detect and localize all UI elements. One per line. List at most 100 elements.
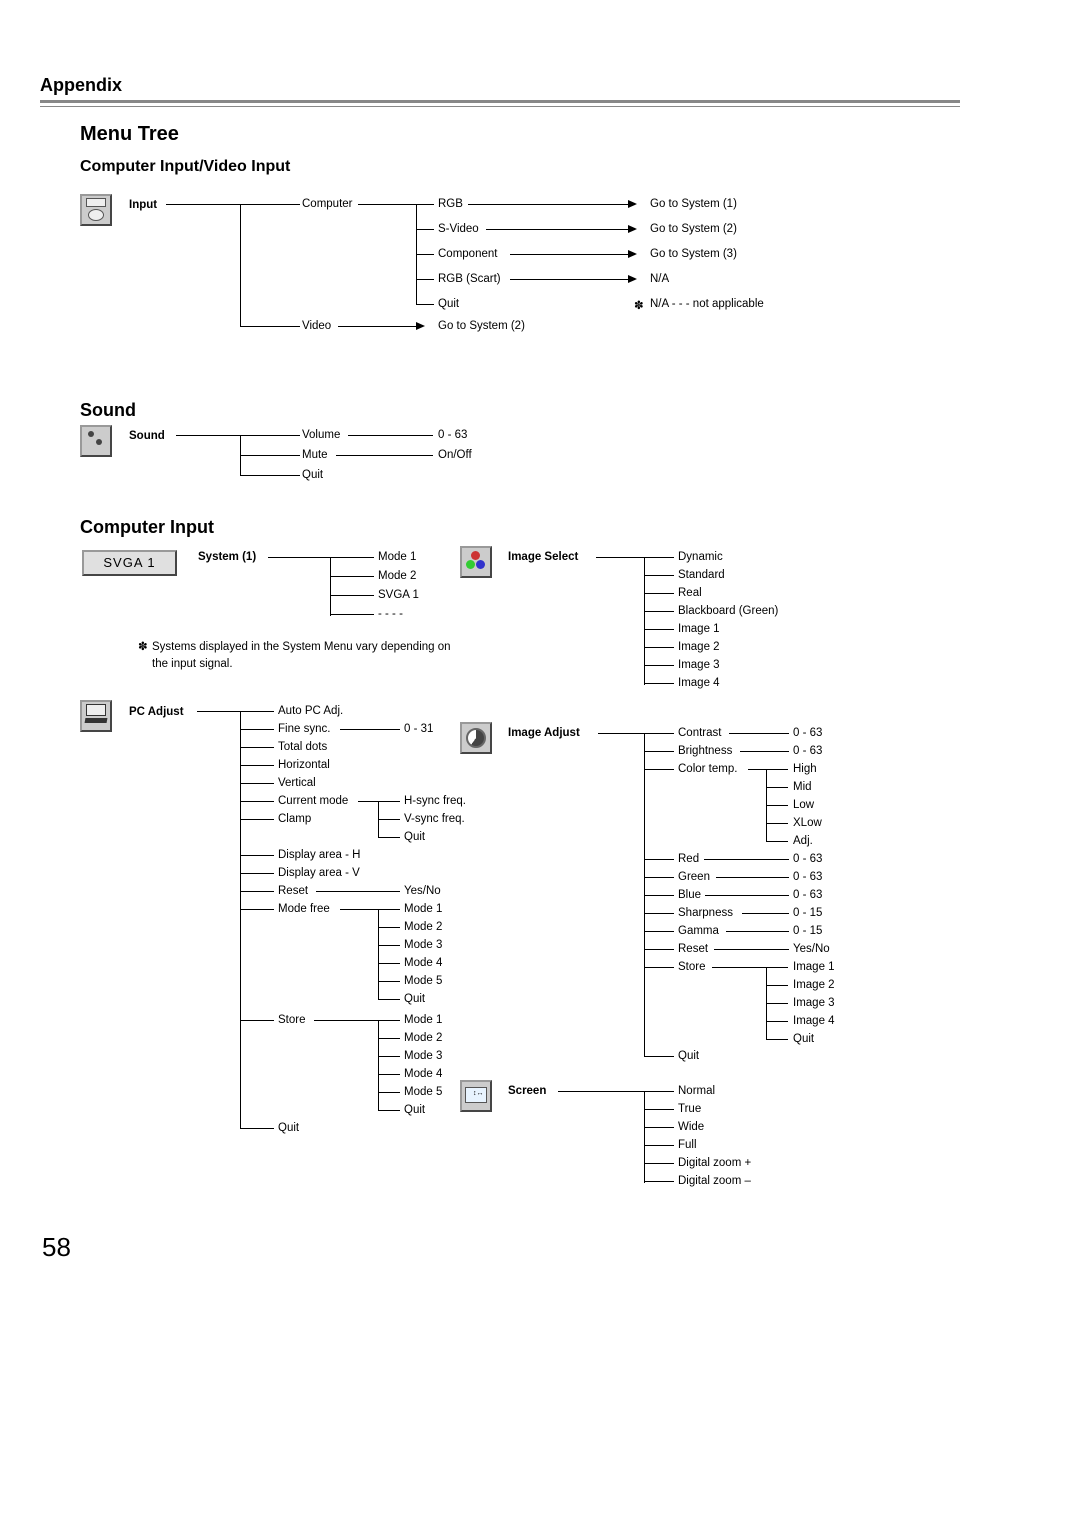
image-select-icon <box>460 546 492 578</box>
screen-icon: ↕↔ <box>460 1080 492 1112</box>
sound-icon <box>80 425 112 457</box>
system-mode2: Mode 2 <box>378 570 416 582</box>
pcadj-item: Store <box>278 1014 306 1026</box>
modefree-sub: Mode 3 <box>404 939 442 951</box>
imgadj-range: 0 - 63 <box>793 853 822 865</box>
ct-item: Low <box>793 799 814 811</box>
imgsel-item: Image 1 <box>678 623 720 635</box>
imgadj-item: Contrast <box>678 727 721 739</box>
imgadj-item: Color temp. <box>678 763 737 775</box>
imgadj-store-item: Image 4 <box>793 1015 835 1027</box>
store-sub: Mode 4 <box>404 1068 442 1080</box>
sound-mute-range: On/Off <box>438 449 472 461</box>
screen-item: Digital zoom – <box>678 1175 751 1187</box>
input-quit: Quit <box>438 298 459 310</box>
pcadj-item: Display area - V <box>278 867 360 879</box>
store-sub: Mode 3 <box>404 1050 442 1062</box>
imgadj-item: Sharpness <box>678 907 733 919</box>
system-note: Systems displayed in the System Menu var… <box>152 639 452 673</box>
fine-sync-range: 0 - 31 <box>404 723 433 735</box>
input-svideo: S-Video <box>438 223 479 235</box>
goto-system-2: Go to System (2) <box>650 223 737 235</box>
system-mode1: Mode 1 <box>378 551 416 563</box>
section3-title: Computer Input <box>80 517 214 538</box>
input-label: Input <box>129 199 157 211</box>
pcadj-item: Total dots <box>278 741 327 753</box>
screen-item: Full <box>678 1139 697 1151</box>
imgadj-range: 0 - 63 <box>793 871 822 883</box>
ct-item: High <box>793 763 817 775</box>
imgadj-item: Reset <box>678 943 708 955</box>
input-component: Component <box>438 248 497 260</box>
page-title: Menu Tree <box>80 123 179 146</box>
store-sub: Mode 5 <box>404 1086 442 1098</box>
modefree-sub: Mode 2 <box>404 921 442 933</box>
currentmode-sub: Quit <box>404 831 425 843</box>
pcadj-item: Auto PC Adj. <box>278 705 343 717</box>
system1-label: System (1) <box>198 551 256 563</box>
sound-mute: Mute <box>302 449 328 461</box>
input-video: Video <box>302 320 331 332</box>
modefree-sub: Mode 5 <box>404 975 442 987</box>
input-icon <box>80 194 112 226</box>
goto-system-1: Go to System (1) <box>650 198 737 210</box>
imgadj-range: 0 - 15 <box>793 925 822 937</box>
system-svga1: SVGA 1 <box>378 589 419 601</box>
screen-label: Screen <box>508 1085 546 1097</box>
sound-quit: Quit <box>302 469 323 481</box>
imgsel-item: Image 2 <box>678 641 720 653</box>
store-sub: Quit <box>404 1104 425 1116</box>
sound-volume: Volume <box>302 429 340 441</box>
imgsel-item: Blackboard (Green) <box>678 605 778 617</box>
ct-item: XLow <box>793 817 822 829</box>
pcadj-item: Horizontal <box>278 759 330 771</box>
imgsel-item: Standard <box>678 569 725 581</box>
input-rgb: RGB <box>438 198 463 210</box>
imgadj-item: Gamma <box>678 925 719 937</box>
imgsel-item: Dynamic <box>678 551 723 563</box>
screen-item: Wide <box>678 1121 704 1133</box>
ct-item: Mid <box>793 781 812 793</box>
screen-item: Digital zoom + <box>678 1157 751 1169</box>
image-adjust-icon <box>460 722 492 754</box>
input-computer: Computer <box>302 198 353 210</box>
imgadj-item: Store <box>678 961 706 973</box>
pcadj-item: Reset <box>278 885 308 897</box>
video-goto: Go to System (2) <box>438 320 525 332</box>
imgadj-item: Green <box>678 871 710 883</box>
store-sub: Mode 2 <box>404 1032 442 1044</box>
modefree-sub: Mode 4 <box>404 957 442 969</box>
section2-title: Sound <box>80 400 136 421</box>
imgsel-item: Image 4 <box>678 677 720 689</box>
sound-volume-range: 0 - 63 <box>438 429 467 441</box>
ct-item: Adj. <box>793 835 813 847</box>
pc-adjust-icon <box>80 700 112 732</box>
imgadj-item: Quit <box>678 1050 699 1062</box>
pcadj-item: Vertical <box>278 777 316 789</box>
goto-system-3: Go to System (3) <box>650 248 737 260</box>
input-rgbscart: RGB (Scart) <box>438 273 501 285</box>
modefree-sub: Mode 1 <box>404 903 442 915</box>
pcadj-item: Mode free <box>278 903 330 915</box>
image-select-label: Image Select <box>508 551 578 563</box>
imgadj-range: 0 - 15 <box>793 907 822 919</box>
sound-label: Sound <box>129 430 165 442</box>
page-number: 58 <box>42 1232 71 1263</box>
screen-item: Normal <box>678 1085 715 1097</box>
imgsel-item: Image 3 <box>678 659 720 671</box>
imgadj-range: Yes/No <box>793 943 830 955</box>
imgadj-item: Red <box>678 853 699 865</box>
svga-badge: SVGA 1 <box>82 550 177 576</box>
imgadj-item: Blue <box>678 889 701 901</box>
imgsel-item: Real <box>678 587 702 599</box>
na-note: N/A - - - not applicable <box>650 298 764 310</box>
imgadj-item: Brightness <box>678 745 732 757</box>
reset-range: Yes/No <box>404 885 441 897</box>
pcadj-item: Current mode <box>278 795 348 807</box>
imgadj-range: 0 - 63 <box>793 745 822 757</box>
na: N/A <box>650 273 669 285</box>
imgadj-store-item: Image 1 <box>793 961 835 973</box>
image-adjust-label: Image Adjust <box>508 727 580 739</box>
pcadj-item: Clamp <box>278 813 311 825</box>
imgadj-range: 0 - 63 <box>793 889 822 901</box>
